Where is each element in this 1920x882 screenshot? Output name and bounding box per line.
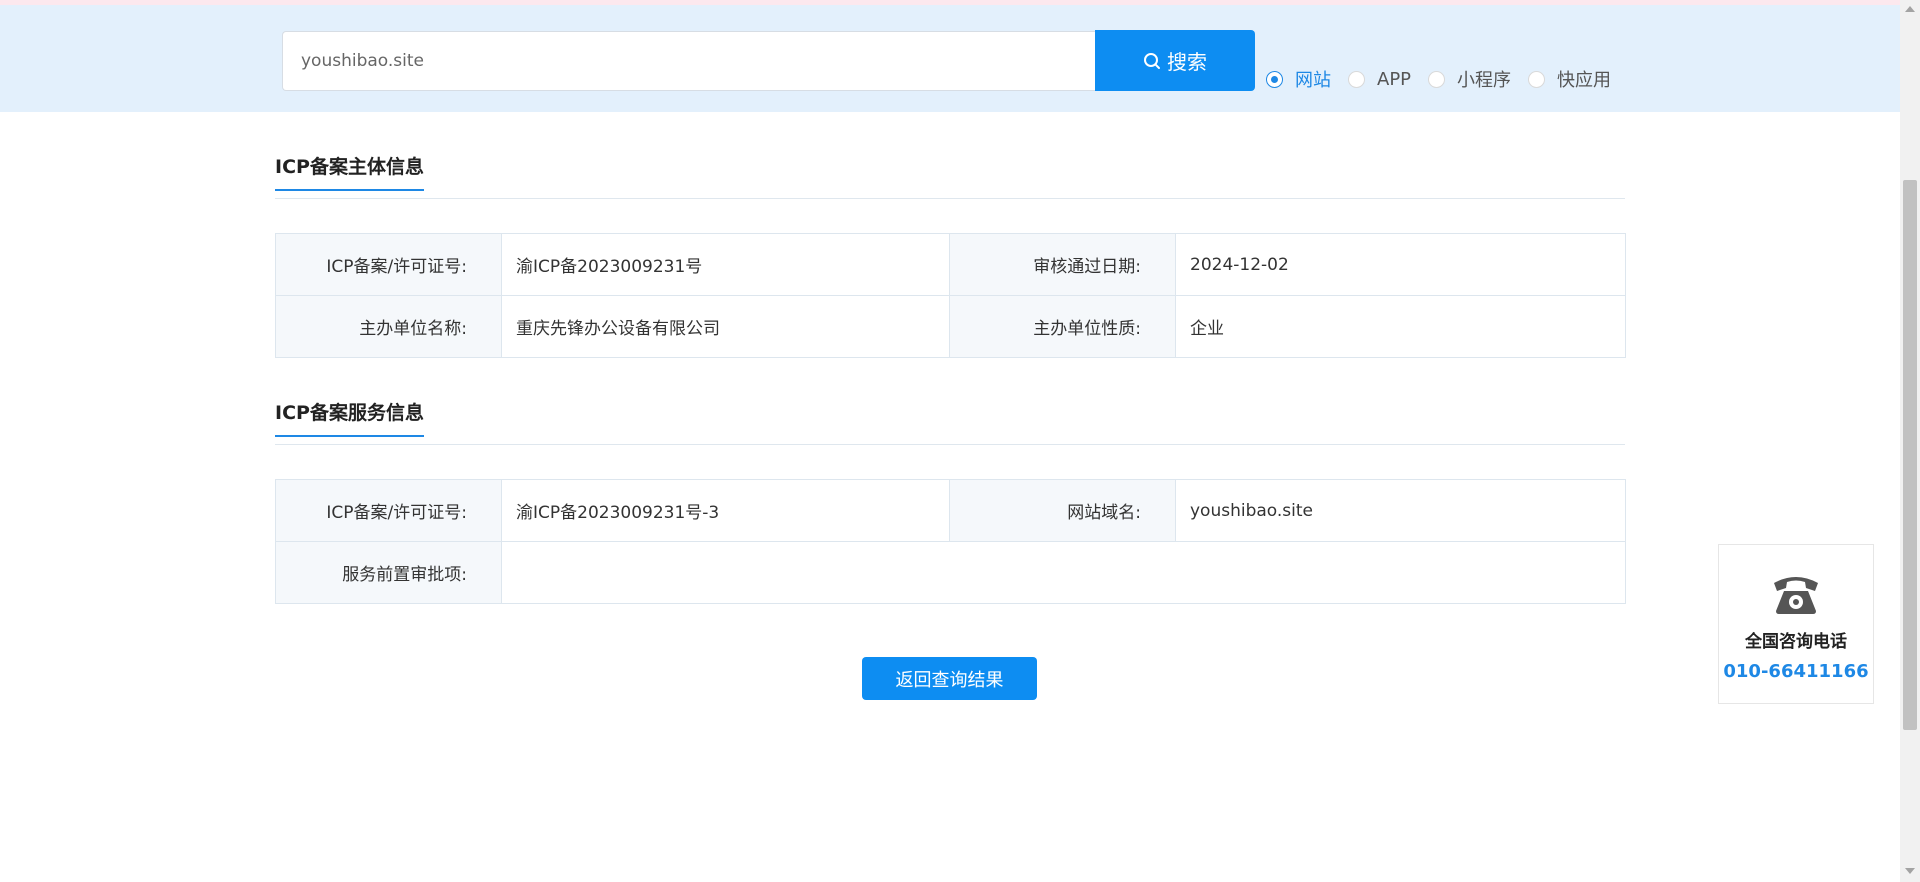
sponsor-type-value: 企业 [1175, 295, 1626, 358]
contact-phone-number: 010-66411166 [1723, 661, 1869, 682]
table-row: ICP备案/许可证号: 渝ICP备2023009231号 审核通过日期: 202… [275, 233, 1626, 296]
contact-title: 全国咨询电话 [1745, 632, 1847, 652]
radio-app-circle[interactable] [1348, 70, 1365, 88]
icp-license-value: 渝ICP备2023009231号 [501, 233, 950, 296]
scroll-down-icon[interactable] [1905, 868, 1915, 874]
scroll-up-icon[interactable] [1905, 6, 1915, 12]
search-icon [1143, 52, 1161, 70]
search-button[interactable]: 搜索 [1095, 30, 1255, 91]
radio-website-label: 网站 [1295, 70, 1331, 91]
radio-website-circle[interactable] [1266, 70, 1283, 88]
radio-quick-app[interactable]: 快应用 [1528, 66, 1611, 92]
website-domain-label: 网站域名: [949, 479, 1176, 542]
sponsor-name-label: 主办单位名称: [275, 295, 502, 358]
service-icp-license-label: ICP备案/许可证号: [275, 479, 502, 542]
search-input[interactable] [282, 31, 1096, 91]
radio-mini-program[interactable]: 小程序 [1428, 66, 1511, 92]
service-info-table: ICP备案/许可证号: 渝ICP备2023009231号-3 网站域名: you… [275, 479, 1626, 604]
table-row: 主办单位名称: 重庆先锋办公设备有限公司 主办单位性质: 企业 [275, 295, 1626, 358]
radio-app-label: APP [1377, 68, 1412, 90]
scrollbar-thumb[interactable] [1903, 180, 1917, 730]
sponsor-type-label: 主办单位性质: [949, 295, 1176, 358]
approval-date-value: 2024-12-02 [1175, 233, 1626, 296]
table-row: ICP备案/许可证号: 渝ICP备2023009231号-3 网站域名: you… [275, 479, 1626, 542]
search-button-label: 搜索 [1167, 50, 1207, 74]
entity-section-title: ICP备案主体信息 [275, 154, 424, 191]
radio-quick-app-circle[interactable] [1528, 70, 1546, 88]
service-section-heading: ICP备案服务信息 [275, 400, 1625, 445]
website-domain-value: youshibao.site [1175, 479, 1626, 542]
search-band: 搜索 网站 APP 小程序 快应用 [0, 5, 1900, 112]
sponsor-name-value: 重庆先锋办公设备有限公司 [501, 295, 950, 358]
icp-license-label: ICP备案/许可证号: [275, 233, 502, 296]
pre-approval-value [501, 541, 1626, 604]
type-filter-group: 网站 APP 小程序 快应用 [1266, 65, 1628, 93]
telephone-icon [1770, 569, 1822, 617]
radio-mini-program-circle[interactable] [1428, 70, 1446, 88]
pre-approval-label: 服务前置审批项: [275, 541, 502, 604]
service-section-title: ICP备案服务信息 [275, 400, 424, 437]
entity-info-table: ICP备案/许可证号: 渝ICP备2023009231号 审核通过日期: 202… [275, 233, 1626, 358]
radio-mini-program-label: 小程序 [1457, 70, 1512, 91]
radio-quick-app-label: 快应用 [1557, 70, 1612, 91]
service-icp-license-value: 渝ICP备2023009231号-3 [501, 479, 950, 542]
approval-date-label: 审核通过日期: [949, 233, 1176, 296]
radio-website[interactable]: 网站 [1266, 66, 1331, 92]
table-row: 服务前置审批项: [275, 541, 1626, 604]
consult-phone-widget[interactable]: 全国咨询电话 010-66411166 [1718, 544, 1874, 704]
radio-app[interactable]: APP [1348, 69, 1411, 90]
entity-section-heading: ICP备案主体信息 [275, 154, 1625, 199]
back-to-results-button[interactable]: 返回查询结果 [862, 657, 1037, 700]
